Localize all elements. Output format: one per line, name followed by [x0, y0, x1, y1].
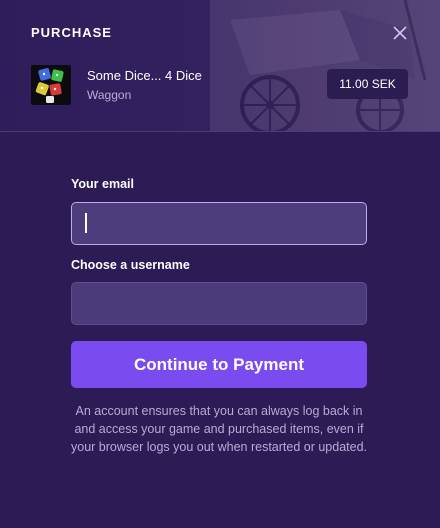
price-badge: 11.00 SEK	[327, 69, 408, 99]
dialog-header: PURCHASE Some Dice... 4 Dice Waggon 11.0…	[0, 0, 440, 132]
product-thumbnail	[31, 65, 71, 105]
product-developer: Waggon	[87, 88, 132, 102]
product-name: Some Dice... 4 Dice	[87, 68, 202, 83]
username-field[interactable]	[71, 282, 367, 325]
continue-to-payment-button[interactable]: Continue to Payment	[71, 341, 367, 388]
email-field[interactable]	[71, 202, 367, 245]
dialog-title: PURCHASE	[31, 25, 112, 40]
email-label: Your email	[71, 177, 134, 191]
text-caret	[85, 213, 87, 233]
wagon-illustration	[210, 0, 440, 131]
username-label: Choose a username	[71, 258, 190, 272]
purchase-dialog: PURCHASE Some Dice... 4 Dice Waggon 11.0…	[0, 0, 440, 528]
account-info-note: An account ensures that you can always l…	[71, 404, 368, 454]
dice-icon	[35, 68, 64, 103]
close-icon	[393, 26, 407, 40]
close-button[interactable]	[391, 24, 409, 42]
